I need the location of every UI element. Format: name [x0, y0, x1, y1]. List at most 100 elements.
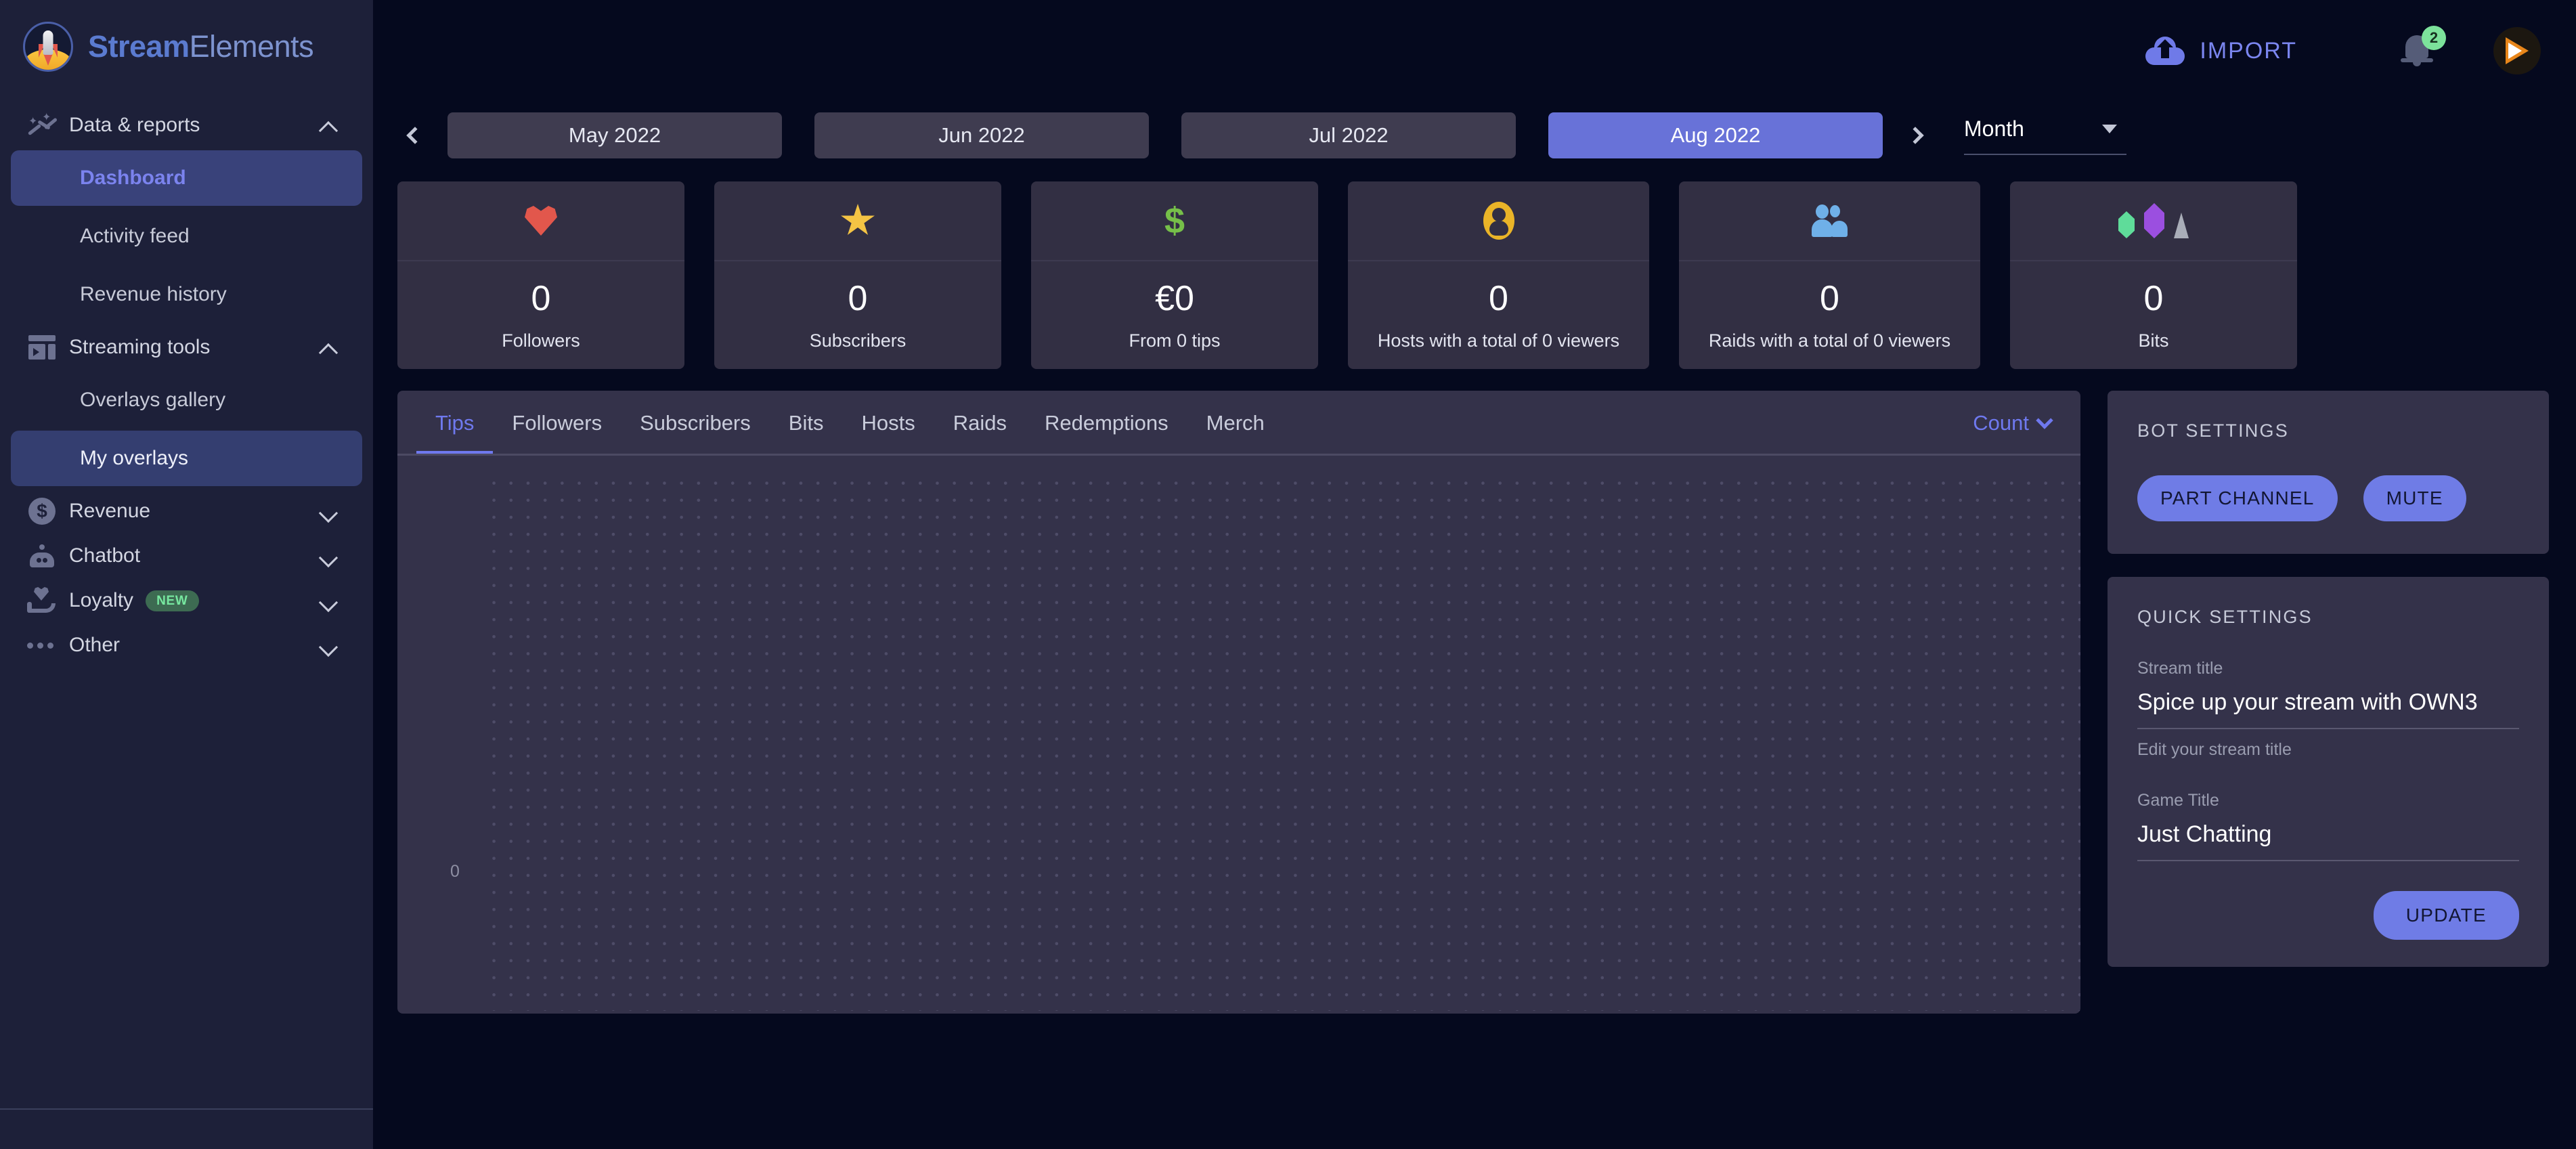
update-row: UPDATE — [2108, 861, 2549, 940]
tab-label: Merch — [1206, 411, 1265, 435]
tab-followers[interactable]: Followers — [493, 391, 621, 456]
caret-down-icon — [2102, 124, 2117, 133]
chart-dot-grid — [485, 475, 2080, 1012]
notifications-button[interactable]: 2 — [2399, 26, 2446, 72]
sidebar-item-dashboard[interactable]: Dashboard — [11, 150, 362, 206]
tab-tips[interactable]: Tips — [416, 391, 494, 456]
hand-heart-icon — [23, 587, 61, 614]
sidebar-group-label: Other — [69, 634, 121, 656]
update-button[interactable]: UPDATE — [2373, 891, 2519, 940]
sidebar: StreamElements ✦ ✦ Data & reports Dashbo… — [0, 0, 373, 1149]
stat-label: Followers — [502, 330, 580, 351]
stat-card-hosts: 0 Hosts with a total of 0 viewers — [1348, 181, 1649, 370]
rocket-logo-icon — [23, 22, 73, 72]
tab-merch[interactable]: Merch — [1187, 391, 1284, 456]
stat-value: 0 — [2143, 279, 2164, 318]
y-axis-tick-label: 0 — [450, 862, 460, 882]
stat-card-tips: $ €0 From 0 tips — [1031, 181, 1318, 370]
game-title-label: Game Title — [2137, 791, 2219, 810]
chevron-down-icon — [2036, 412, 2053, 429]
mute-button[interactable]: MUTE — [2363, 475, 2466, 522]
sidebar-group-revenue[interactable]: $ Revenue — [0, 489, 373, 534]
sidebar-group-streaming-tools[interactable]: Streaming tools — [0, 325, 373, 370]
people-icon — [1679, 181, 1980, 261]
chevron-down-icon — [319, 501, 339, 521]
sidebar-group-label: Revenue — [69, 500, 151, 522]
sidebar-nav: ✦ ✦ Data & reports Dashboard Activity fe… — [0, 103, 373, 668]
stream-title-label: Stream title — [2137, 659, 2223, 678]
brand-name: StreamElements — [88, 29, 314, 64]
sidebar-group-data-reports[interactable]: ✦ ✦ Data & reports — [0, 103, 373, 148]
sidebar-group-label: Streaming tools — [69, 336, 211, 358]
panel-icon — [23, 335, 61, 360]
bot-settings-panel: BOT SETTINGS PART CHANNEL MUTE — [2108, 391, 2549, 555]
robot-icon — [23, 544, 61, 567]
avatar[interactable] — [2493, 27, 2541, 74]
month-button-aug-selected[interactable]: Aug 2022 — [1548, 112, 1883, 158]
sidebar-item-activity-feed[interactable]: Activity feed — [11, 209, 362, 264]
chevron-up-icon — [319, 337, 339, 357]
game-title-input[interactable]: Just Chatting — [2137, 810, 2519, 860]
notification-count-badge: 2 — [2422, 26, 2446, 50]
tab-label: Hosts — [861, 411, 915, 435]
metric-select-value: Count — [1973, 411, 2029, 435]
bot-settings-actions: PART CHANNEL MUTE — [2108, 441, 2549, 522]
sidebar-item-my-overlays[interactable]: My overlays — [11, 431, 362, 486]
month-button-jun[interactable]: Jun 2022 — [814, 112, 1149, 158]
chevron-down-icon — [319, 590, 339, 611]
sidebar-item-revenue-history[interactable]: Revenue history — [11, 267, 362, 322]
sidebar-group-other[interactable]: Other — [0, 623, 373, 668]
sidebar-item-label: My overlays — [80, 447, 189, 469]
stat-label: From 0 tips — [1129, 330, 1221, 351]
tab-label: Followers — [512, 411, 603, 435]
part-channel-button[interactable]: PART CHANNEL — [2137, 475, 2338, 522]
person-icon — [1348, 181, 1649, 261]
month-label: Jul 2022 — [1309, 123, 1389, 147]
previous-period-button[interactable] — [397, 118, 433, 153]
play-triangle-icon — [2506, 37, 2529, 64]
chart-tabs: Tips Followers Subscribers Bits Hosts Ra… — [397, 391, 2080, 456]
ellipsis-icon — [23, 642, 61, 649]
granularity-value: Month — [1964, 116, 2024, 141]
chart-plot-area: 0 — [397, 456, 2080, 1012]
main-content: IMPORT 2 May 2022 Jun 2022 Jul 2022 Aug … — [373, 0, 2576, 1149]
tab-label: Tips — [435, 411, 475, 435]
brand-name-light: Elements — [189, 29, 314, 64]
sidebar-group-chatbot[interactable]: Chatbot — [0, 534, 373, 578]
month-button-jul[interactable]: Jul 2022 — [1181, 112, 1516, 158]
month-button-may[interactable]: May 2022 — [447, 112, 782, 158]
tab-redemptions[interactable]: Redemptions — [1026, 391, 1187, 456]
dollar-circle-icon: $ — [23, 498, 61, 525]
sidebar-item-overlays-gallery[interactable]: Overlays gallery — [11, 372, 362, 428]
brand-name-bold: Stream — [88, 29, 190, 64]
chevron-down-icon — [319, 546, 339, 566]
content-row: Tips Followers Subscribers Bits Hosts Ra… — [373, 369, 2576, 1014]
sidebar-group-loyalty[interactable]: Loyalty NEW — [0, 578, 373, 623]
month-label: May 2022 — [568, 123, 661, 147]
next-period-button[interactable] — [1898, 118, 1933, 153]
stat-label: Subscribers — [809, 330, 907, 351]
stream-title-field: Stream title Spice up your stream with O… — [2108, 659, 2549, 760]
stat-value: 0 — [1489, 279, 1508, 318]
quick-settings-title: QUICK SETTINGS — [2137, 607, 2313, 628]
tab-hosts[interactable]: Hosts — [842, 391, 934, 456]
tab-label: Subscribers — [640, 411, 751, 435]
sidebar-item-label: Dashboard — [80, 167, 186, 189]
button-label: MUTE — [2386, 487, 2443, 509]
stream-title-input[interactable]: Spice up your stream with OWN3 — [2137, 678, 2519, 728]
tab-label: Raids — [953, 411, 1007, 435]
stat-card-subscribers: 0 Subscribers — [714, 181, 1001, 370]
bot-settings-title: BOT SETTINGS — [2137, 420, 2289, 441]
brand-logo[interactable]: StreamElements — [0, 0, 373, 72]
stat-value: 0 — [848, 279, 868, 318]
right-column: BOT SETTINGS PART CHANNEL MUTE QUICK SET… — [2108, 391, 2549, 968]
stat-value: 0 — [531, 279, 551, 318]
tab-bits[interactable]: Bits — [770, 391, 843, 456]
metric-select[interactable]: Count — [1973, 411, 2071, 435]
import-button[interactable]: IMPORT — [2145, 37, 2297, 65]
tab-raids[interactable]: Raids — [934, 391, 1026, 456]
top-bar: IMPORT 2 — [373, 0, 2576, 102]
granularity-select[interactable]: Month — [1964, 116, 2126, 155]
stat-card-bits: 0 Bits — [2010, 181, 2297, 370]
tab-subscribers[interactable]: Subscribers — [621, 391, 770, 456]
